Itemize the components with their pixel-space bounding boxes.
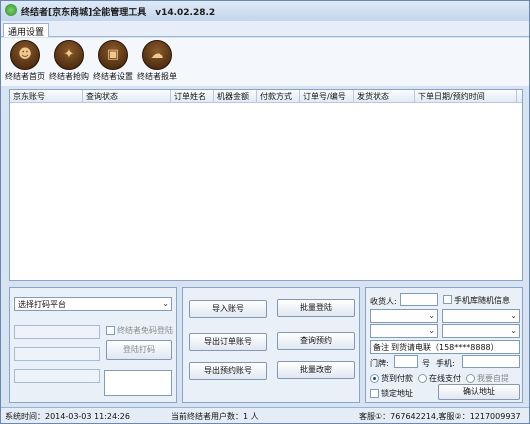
consignee-input[interactable] [400, 293, 438, 306]
toolbar-home-label: 终结者首页 [5, 72, 45, 81]
address-panel: 收货人: 手机库随机信息 ⌄ ⌄ ⌄ ⌄ 备注 到货请电联（158****888… [365, 287, 523, 403]
team-icon: ✦ [54, 40, 84, 70]
home-icon: ☻ [10, 40, 40, 70]
self-pickup-radio[interactable] [466, 374, 475, 383]
toolbar-home-button[interactable]: ☻ 终结者首页 [3, 40, 47, 82]
captcha-pass-field[interactable] [14, 347, 100, 361]
cloud-icon: ☁ [142, 40, 172, 70]
settings-icon: ▣ [98, 40, 128, 70]
auto-login-label: 终结者免码登陆 [117, 326, 173, 335]
grid-header: 京东账号 查询状态 订单姓名 机器金额 付款方式 订单号/编号 发货状态 下单日… [10, 90, 522, 103]
tab-strip: 通用设置 [1, 21, 529, 38]
lock-address-label: 锁定地址 [381, 389, 413, 398]
phone-input[interactable] [462, 355, 520, 368]
city-select[interactable]: ⌄ [442, 309, 520, 323]
system-time: 系统时间：2014-03-03 11:24:26 [5, 412, 130, 421]
column-header[interactable]: 查询状态 [86, 91, 118, 102]
self-pickup-label: 我要自提 [477, 374, 509, 383]
column-header[interactable]: 下单日期/预约时间 [418, 91, 485, 102]
random-phone-label: 手机库随机信息 [454, 296, 510, 305]
chevron-down-icon: ⌄ [510, 311, 517, 320]
chevron-down-icon: ⌄ [510, 326, 517, 335]
column-header[interactable]: 订单号/编号 [303, 91, 346, 102]
remark-value: 到货请电联（158****8888） [391, 343, 499, 352]
toolbar-rush-label: 终结者抢购 [49, 72, 89, 81]
export-order-account-button[interactable]: 导出订单账号 [189, 333, 267, 351]
pay-on-delivery-radio[interactable] [370, 374, 379, 383]
account-grid[interactable]: 京东账号 查询状态 订单姓名 机器金额 付款方式 订单号/编号 发货状态 下单日… [9, 89, 523, 281]
captcha-login-button[interactable]: 登陆打码 [106, 340, 172, 360]
toolbar-report-button[interactable]: ☁ 终结者报单 [135, 40, 179, 82]
column-header[interactable]: 京东账号 [13, 91, 45, 102]
title-bar: 终结者[京东商城]全能管理工具 v14.02.28.2 [1, 1, 529, 21]
import-account-button[interactable]: 导入账号 [189, 300, 267, 318]
province-select[interactable]: ⌄ [370, 309, 438, 323]
online-pay-label: 在线支付 [429, 374, 461, 383]
lock-address-checkbox[interactable] [370, 389, 379, 398]
batch-login-button[interactable]: 批量登陆 [277, 299, 355, 317]
service-contacts: 客服①：767642214,客服②：1217009937 [359, 412, 521, 421]
query-reserve-button[interactable]: 查询预约 [277, 332, 355, 350]
captcha-panel: 选择打码平台 ⌄ 终结者免码登陆 登陆打码 [9, 287, 177, 403]
window-title: 终结者[京东商城]全能管理工具 v14.02.28.2 [21, 8, 216, 18]
captcha-balance-field[interactable] [14, 369, 100, 383]
consignee-label: 收货人: [370, 297, 397, 306]
door-label: 门牌: [370, 359, 389, 368]
current-users: 当前终结者用户数：1 人 [171, 412, 259, 421]
toolbar-settings-button[interactable]: ▣ 终结者设置 [91, 40, 135, 82]
column-header[interactable]: 付款方式 [260, 91, 292, 102]
captcha-platform-select[interactable]: 选择打码平台 ⌄ [14, 297, 172, 311]
chevron-down-icon: ⌄ [162, 299, 169, 308]
captcha-platform-value: 选择打码平台 [18, 300, 66, 309]
toolbar-rush-button[interactable]: ✦ 终结者抢购 [47, 40, 91, 82]
tab-general-settings[interactable]: 通用设置 [3, 23, 50, 38]
status-bar: 系统时间：2014-03-03 11:24:26 当前终结者用户数：1 人 客服… [1, 407, 529, 423]
district-select[interactable]: ⌄ [370, 324, 438, 338]
column-header[interactable]: 机器金额 [217, 91, 249, 102]
auto-login-checkbox[interactable] [106, 326, 115, 335]
number-label: 号 [422, 359, 430, 368]
chevron-down-icon: ⌄ [428, 326, 435, 335]
app-window: 终结者[京东商城]全能管理工具 v14.02.28.2 通用设置 ☻ 终结者首页… [0, 0, 530, 424]
town-select[interactable]: ⌄ [442, 324, 520, 338]
column-header[interactable]: 订单姓名 [174, 91, 206, 102]
chevron-down-icon: ⌄ [428, 311, 435, 320]
random-phone-checkbox[interactable] [443, 295, 452, 304]
captcha-user-field[interactable] [14, 325, 100, 339]
remark-label: 备注 [373, 343, 389, 352]
online-pay-radio[interactable] [418, 374, 427, 383]
toolbar-settings-label: 终结者设置 [93, 72, 133, 81]
account-actions-panel: 导入账号 批量登陆 导出订单账号 查询预约 导出预约账号 批量改密 [182, 287, 360, 403]
export-reserve-account-button[interactable]: 导出预约账号 [189, 362, 267, 380]
batch-modify-button[interactable]: 批量改密 [277, 361, 355, 379]
door-input[interactable] [394, 355, 418, 368]
column-header[interactable]: 发货状态 [357, 91, 389, 102]
pay-on-delivery-label: 货到付款 [381, 374, 413, 383]
phone-label: 手机: [436, 359, 455, 368]
toolbar: ☻ 终结者首页 ✦ 终结者抢购 ▣ 终结者设置 ☁ 终结者报单 [1, 38, 529, 86]
toolbar-report-label: 终结者报单 [137, 72, 177, 81]
app-logo-icon [5, 4, 17, 16]
remark-field[interactable]: 备注 到货请电联（158****8888） [370, 340, 520, 354]
captcha-output-box [104, 370, 172, 396]
confirm-address-button[interactable]: 确认地址 [438, 384, 520, 400]
